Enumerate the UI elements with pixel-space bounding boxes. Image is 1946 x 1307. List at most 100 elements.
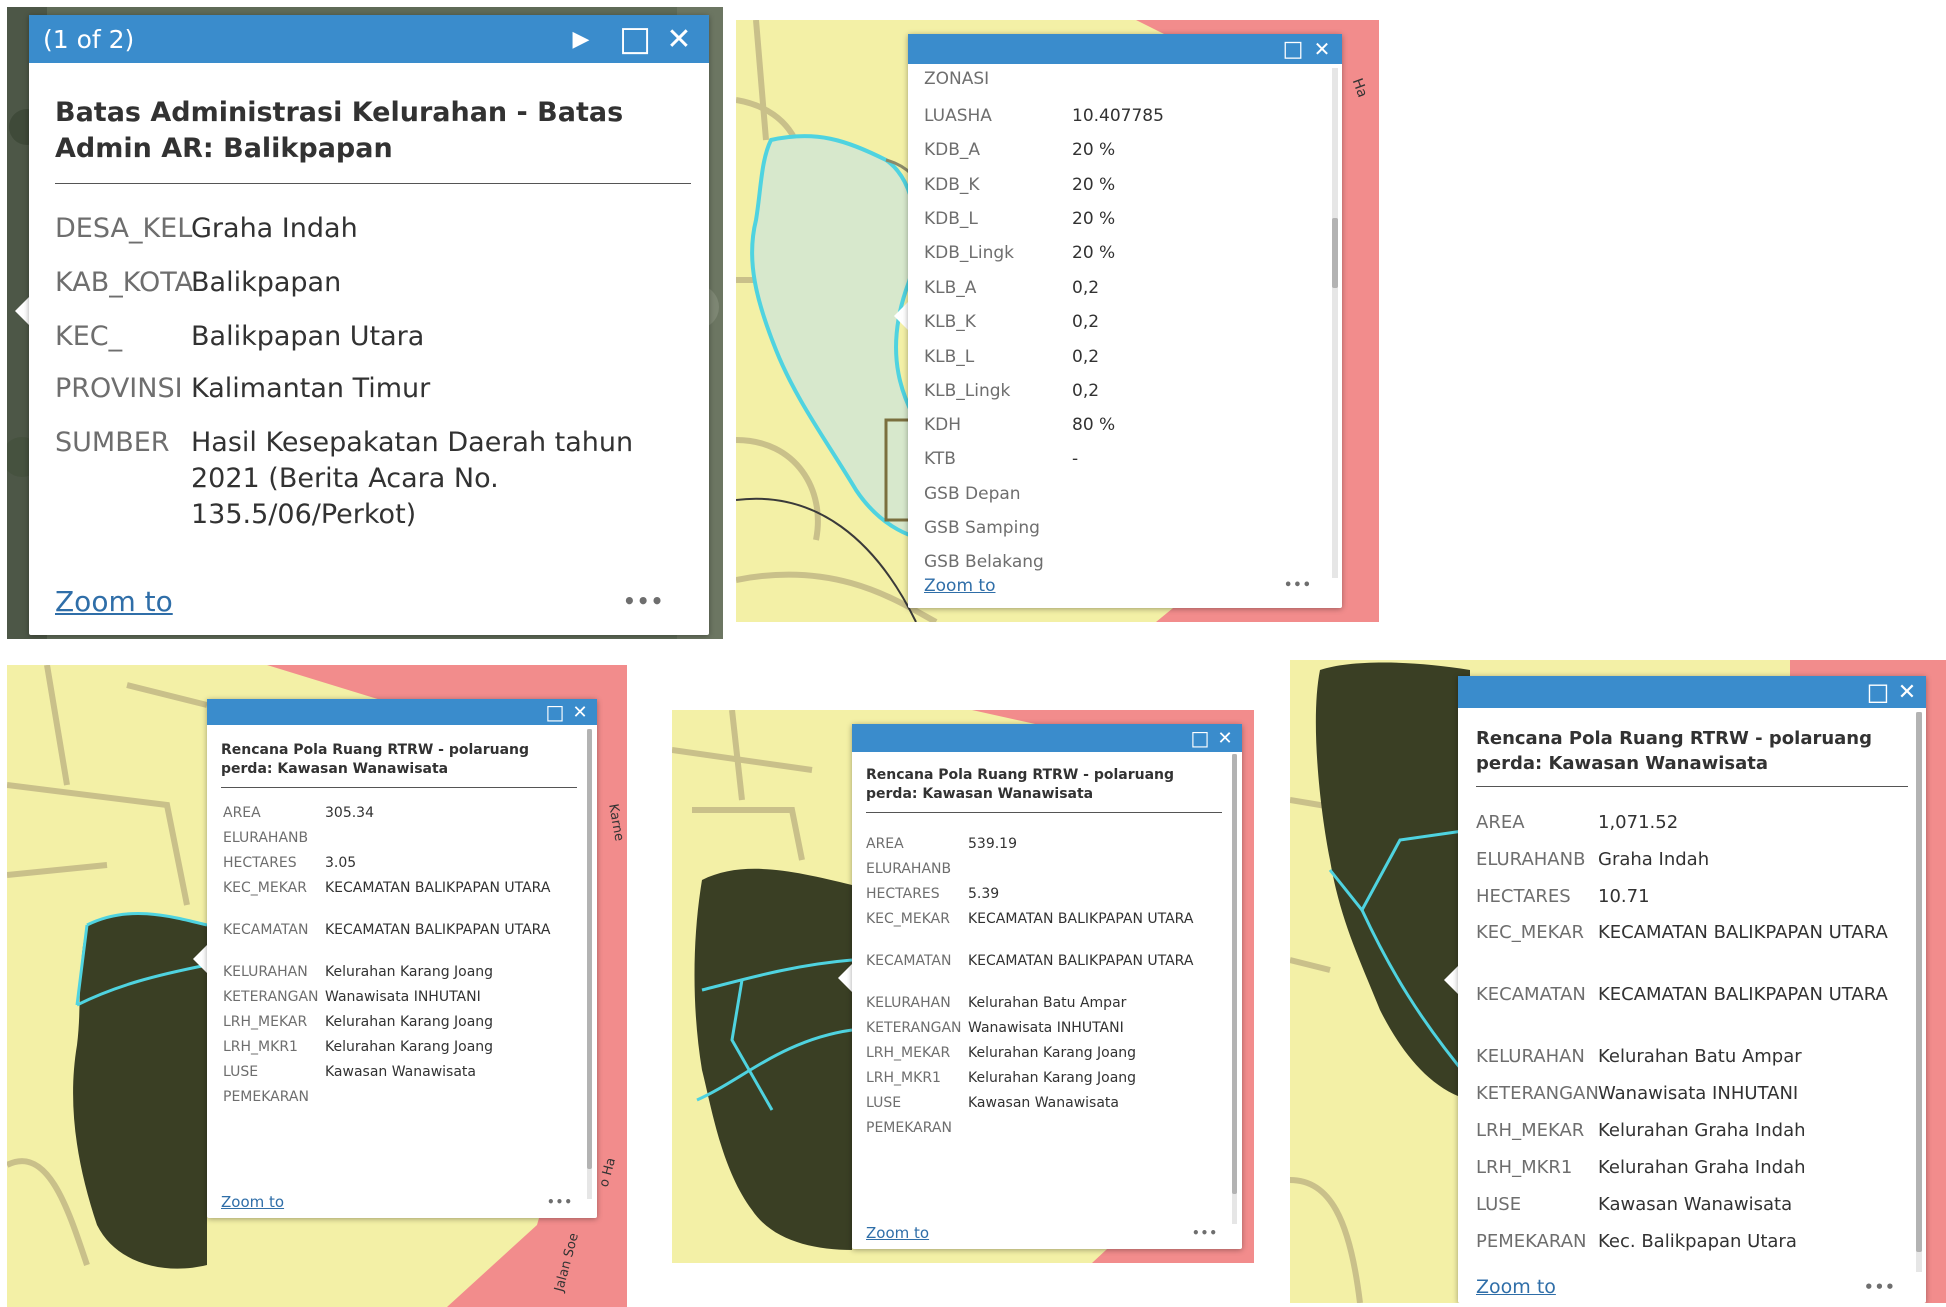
title-divider xyxy=(866,812,1222,813)
panel-4: Jala □ ✕ Rencana Pola Ruang RTRW - polar… xyxy=(672,710,1254,1263)
more-actions-button[interactable]: ••• xyxy=(547,1195,573,1209)
close-button[interactable]: ✕ xyxy=(659,15,699,63)
popup-header: □ ✕ xyxy=(207,699,597,725)
scrollbar[interactable] xyxy=(1232,754,1237,1224)
attribute-value: 20 % xyxy=(1072,175,1116,195)
popup-pointer xyxy=(838,964,852,992)
attribute-value: Kalimantan Timur xyxy=(191,373,431,404)
attribute-key: KLB_L xyxy=(924,347,975,367)
x-icon: ✕ xyxy=(1897,679,1917,705)
zoom-to-link[interactable]: Zoom to xyxy=(55,585,173,618)
maximize-button[interactable]: □ xyxy=(1188,724,1212,752)
x-icon: ✕ xyxy=(572,701,588,723)
attribute-key: LRH_MKR1 xyxy=(1476,1157,1573,1178)
attribute-key: KLB_A xyxy=(924,278,977,298)
close-button[interactable]: ✕ xyxy=(1892,676,1922,708)
scrollbar-thumb[interactable] xyxy=(587,729,592,1169)
attribute-key: PROVINSI xyxy=(55,373,183,404)
attribute-value: Kelurahan Karang Joang xyxy=(325,1039,494,1055)
zoom-to-link[interactable]: Zoom to xyxy=(1476,1276,1556,1298)
attribute-value: Wanawisata INHUTANI xyxy=(325,989,481,1005)
next-feature-button[interactable]: ▶ xyxy=(563,15,599,63)
attribute-key: KELURAHAN xyxy=(223,964,308,980)
scrollbar[interactable] xyxy=(1916,712,1922,1272)
popup-pointer xyxy=(15,297,29,325)
x-icon: ✕ xyxy=(1217,727,1233,749)
attribute-value: Wanawisata INHUTANI xyxy=(968,1020,1124,1036)
attribute-key: KLB_K xyxy=(924,312,976,332)
attribute-key: KETERANGAN xyxy=(223,989,319,1005)
attribute-key: ELURAHANB xyxy=(1476,849,1586,870)
play-triangle-icon: ▶ xyxy=(572,26,590,52)
attribute-key: ZONASI xyxy=(924,69,990,89)
attribute-key: GSB Depan xyxy=(924,484,1021,504)
attribute-value: Graha Indah xyxy=(191,213,358,244)
more-actions-button[interactable]: ••• xyxy=(1284,578,1312,593)
ellipsis-icon: ••• xyxy=(1192,1226,1219,1240)
square-outline-icon: □ xyxy=(1866,678,1890,706)
maximize-button[interactable]: □ xyxy=(543,699,567,725)
popup-card-4: □ ✕ Rencana Pola Ruang RTRW - polaruang … xyxy=(852,724,1242,1249)
more-actions-button[interactable]: ••• xyxy=(1864,1278,1896,1296)
attribute-value: KECAMATAN BALIKPAPAN UTARA xyxy=(1598,922,1888,943)
attribute-key: KDB_A xyxy=(924,140,981,160)
attribute-key: HECTARES xyxy=(1476,886,1571,907)
close-button[interactable]: ✕ xyxy=(1308,34,1336,64)
attribute-value: 0,2 xyxy=(1072,381,1100,401)
scrollbar-thumb[interactable] xyxy=(1232,754,1237,1194)
attribute-value: Kelurahan Batu Ampar xyxy=(968,995,1127,1011)
popup-header: □ ✕ xyxy=(852,724,1242,752)
attribute-key: AREA xyxy=(866,836,904,852)
x-icon: ✕ xyxy=(1313,37,1331,61)
attribute-key: PEMEKARAN xyxy=(866,1120,952,1136)
attribute-value: 0,2 xyxy=(1072,278,1100,298)
attribute-key: KEC_MEKAR xyxy=(223,880,307,896)
attribute-value: 10.407785 xyxy=(1072,106,1164,126)
square-outline-icon: □ xyxy=(618,19,652,59)
scrollbar-thumb[interactable] xyxy=(1916,712,1922,1252)
attribute-key: KETERANGAN xyxy=(1476,1083,1599,1104)
zoom-to-link[interactable]: Zoom to xyxy=(221,1193,284,1211)
scrollbar[interactable] xyxy=(587,729,592,1199)
zoom-to-link[interactable]: Zoom to xyxy=(924,576,995,596)
attribute-key: ELURAHANB xyxy=(223,830,309,846)
attribute-key: LRH_MEKAR xyxy=(223,1014,308,1030)
close-button[interactable]: ✕ xyxy=(567,699,593,725)
popup-title: Rencana Pola Ruang RTRW - polaruang perd… xyxy=(866,767,1175,802)
attribute-key: KELURAHAN xyxy=(1476,1046,1585,1067)
popup-header: (1 of 2) ▶ □ ✕ xyxy=(29,15,709,63)
attribute-key: KECAMATAN xyxy=(223,922,309,938)
more-actions-button[interactable]: ••• xyxy=(623,589,664,613)
attribute-value: Balikpapan Utara xyxy=(191,321,425,352)
attribute-key: KECAMATAN xyxy=(1476,984,1586,1005)
feature-count: (1 of 2) xyxy=(43,25,135,54)
attribute-key: LUSE xyxy=(1476,1194,1522,1215)
attribute-value: 5.39 xyxy=(968,886,1000,902)
attribute-key: GSB Samping xyxy=(924,518,1040,538)
popup-card-3: □ ✕ Rencana Pola Ruang RTRW - polaruang … xyxy=(207,699,597,1218)
attribute-value: Graha Indah xyxy=(1598,849,1710,870)
attribute-value: Balikpapan xyxy=(191,267,342,298)
attribute-key: KLB_Lingk xyxy=(924,381,1011,401)
maximize-button[interactable]: □ xyxy=(615,15,655,63)
attribute-key: LRH_MEKAR xyxy=(866,1045,951,1061)
attribute-key: AREA xyxy=(223,805,261,821)
scrollbar[interactable] xyxy=(1332,68,1338,578)
zoom-to-link[interactable]: Zoom to xyxy=(866,1224,929,1242)
maximize-button[interactable]: □ xyxy=(1864,676,1892,708)
more-actions-button[interactable]: ••• xyxy=(1192,1226,1218,1240)
attribute-value: - xyxy=(1072,449,1079,469)
attribute-key: LRH_MEKAR xyxy=(1476,1120,1585,1141)
attribute-value: 80 % xyxy=(1072,415,1116,435)
close-button[interactable]: ✕ xyxy=(1212,724,1238,752)
attribute-value: Kelurahan Karang Joang xyxy=(968,1070,1137,1086)
attribute-key: KDB_L xyxy=(924,209,978,229)
attribute-key: KEC_ xyxy=(55,321,123,352)
x-icon: ✕ xyxy=(666,21,692,57)
scrollbar-thumb[interactable] xyxy=(1332,218,1338,288)
panel-5: □ ✕ Rencana Pola Ruang RTRW - polaruang … xyxy=(1290,660,1946,1303)
maximize-button[interactable]: □ xyxy=(1280,34,1306,64)
panel-2: Ha □ ✕ ZONASI LUASHA 10.407785 KDB_A 20 % KDB… xyxy=(736,20,1379,622)
attribute-key: KAB_KOTA xyxy=(55,267,194,298)
popup-pointer xyxy=(193,945,207,973)
